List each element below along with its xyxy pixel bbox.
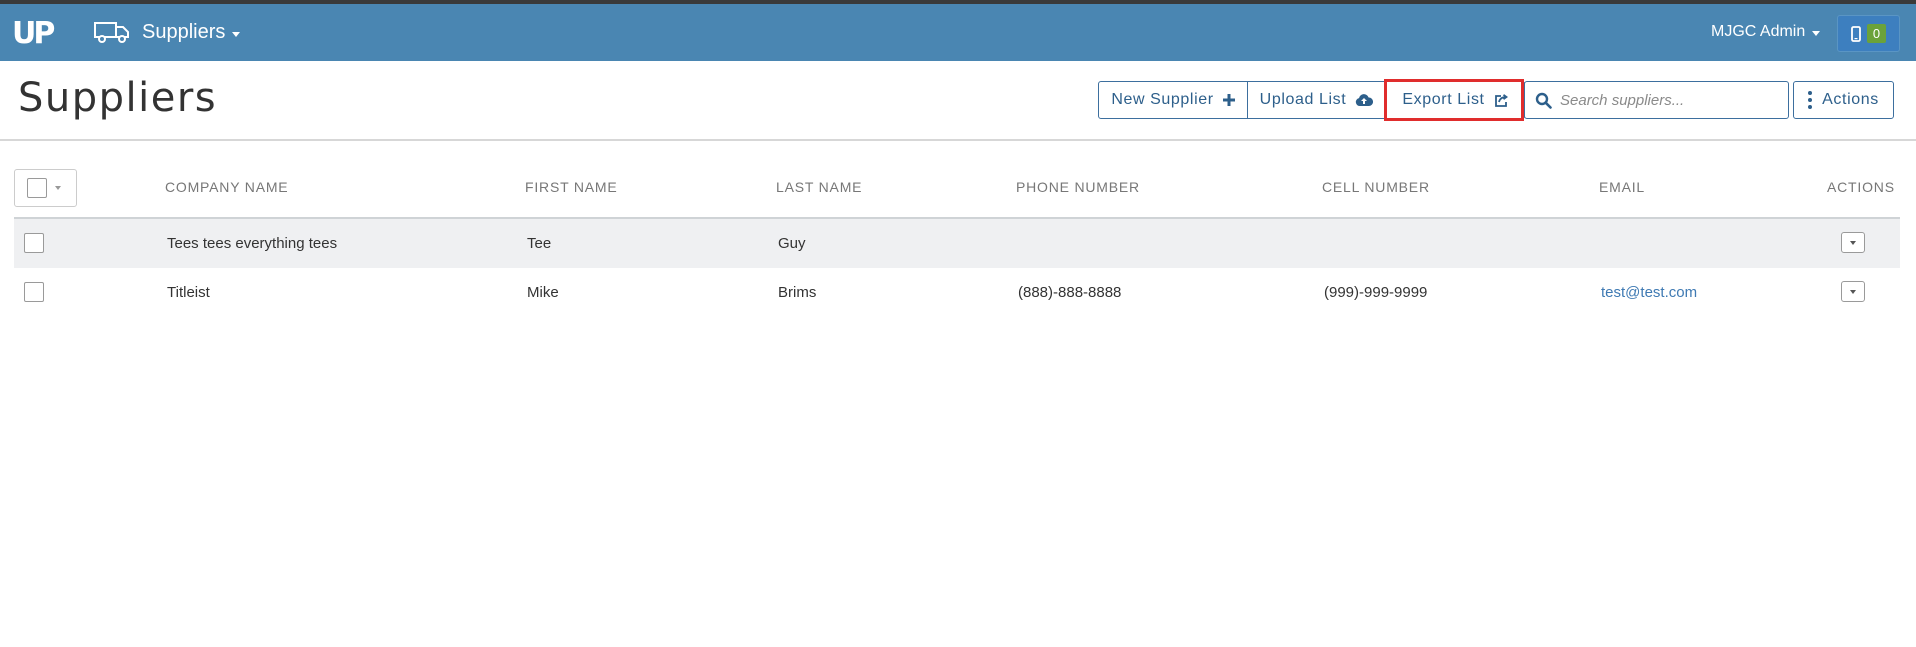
cell-phone: (888)-888-8888 — [1018, 284, 1122, 301]
search-box[interactable] — [1524, 81, 1789, 119]
cell-email-link[interactable]: test@test.com — [1601, 284, 1697, 301]
column-header-last-name[interactable]: LAST NAME — [776, 179, 862, 195]
upload-list-button[interactable]: Upload List — [1248, 81, 1386, 119]
search-input[interactable] — [1560, 91, 1780, 109]
column-header-company[interactable]: COMPANY NAME — [165, 179, 288, 195]
new-supplier-label: New Supplier — [1111, 91, 1214, 108]
chevron-down-icon — [232, 31, 241, 37]
row-checkbox[interactable] — [24, 282, 44, 302]
header-divider — [0, 139, 1916, 141]
app-logo[interactable]: UP — [12, 16, 58, 51]
row-actions-dropdown[interactable] — [1841, 232, 1865, 253]
list-button-group: New Supplier Upload List Export List — [1098, 81, 1525, 119]
truck-icon — [94, 22, 129, 43]
table-row[interactable]: Titleist Mike Brims (888)-888-8888 (999)… — [14, 268, 1900, 317]
actions-button[interactable]: Actions — [1793, 81, 1894, 119]
row-actions-dropdown[interactable] — [1841, 281, 1865, 302]
mobile-phone-icon — [1850, 25, 1861, 42]
new-supplier-button[interactable]: New Supplier — [1098, 81, 1248, 119]
search-icon — [1535, 92, 1552, 109]
chevron-down-icon — [1850, 240, 1856, 245]
cell-last-name: Brims — [778, 284, 817, 301]
device-button[interactable]: 0 — [1837, 15, 1900, 52]
plus-icon — [1222, 94, 1235, 106]
chevron-down-icon — [55, 186, 61, 190]
export-list-label: Export List — [1402, 91, 1485, 108]
column-header-cell[interactable]: CELL NUMBER — [1322, 179, 1430, 195]
actions-label: Actions — [1822, 91, 1879, 108]
chevron-down-icon — [1850, 289, 1856, 294]
cell-last-name: Guy — [778, 235, 806, 252]
cell-cell-number: (999)-999-9999 — [1324, 284, 1428, 301]
column-header-email[interactable]: EMAIL — [1599, 179, 1645, 195]
table-row[interactable]: Tees tees everything tees Tee Guy — [14, 219, 1900, 268]
column-header-actions: ACTIONS — [1827, 179, 1895, 195]
device-count-badge: 0 — [1866, 24, 1887, 43]
top-navbar: UP Suppliers MJGC Admin 0 — [0, 4, 1916, 61]
vertical-dots-icon — [1808, 91, 1813, 109]
column-header-first-name[interactable]: FIRST NAME — [525, 179, 618, 195]
cell-company: Tees tees everything tees — [167, 235, 338, 252]
column-header-phone[interactable]: PHONE NUMBER — [1016, 179, 1140, 195]
cloud-upload-icon — [1356, 93, 1374, 106]
module-dropdown[interactable]: Suppliers — [142, 21, 241, 44]
upload-list-label: Upload List — [1259, 91, 1347, 108]
export-list-button[interactable]: Export List — [1386, 81, 1525, 119]
user-menu[interactable]: MJGC Admin — [1711, 23, 1821, 41]
page-title: Suppliers — [18, 75, 218, 121]
cell-first-name: Mike — [527, 284, 559, 301]
module-title-label: Suppliers — [142, 21, 226, 43]
cell-first-name: Tee — [527, 235, 552, 252]
user-name: MJGC Admin — [1711, 23, 1806, 40]
toolbar: New Supplier Upload List Export List — [1098, 81, 1525, 119]
row-checkbox[interactable] — [24, 233, 44, 253]
select-all-dropdown[interactable] — [14, 169, 77, 207]
select-all-checkbox[interactable] — [27, 178, 47, 198]
chevron-down-icon — [1812, 31, 1821, 36]
share-icon — [1494, 93, 1508, 107]
cell-company: Titleist — [167, 284, 210, 301]
